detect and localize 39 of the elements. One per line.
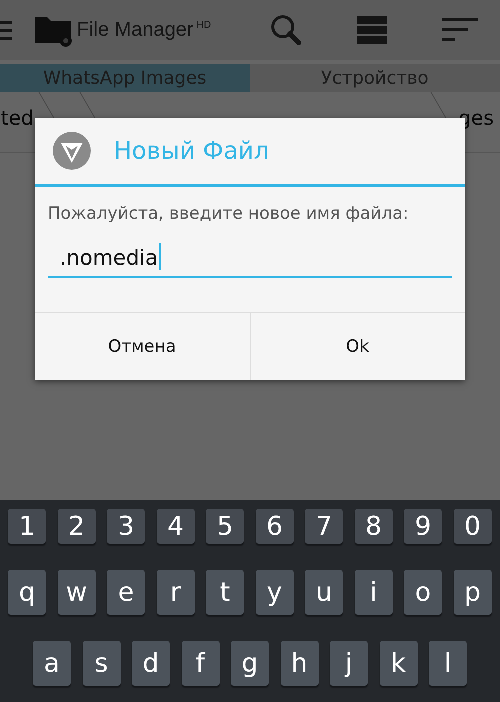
key[interactable]: t (206, 570, 244, 615)
key[interactable]: 7 (305, 509, 344, 544)
key[interactable]: o (404, 570, 442, 615)
key[interactable]: q (8, 570, 46, 615)
key[interactable]: 5 (206, 509, 244, 544)
key[interactable]: l (429, 641, 467, 686)
dialog-button[interactable]: Отмена (35, 313, 250, 380)
key[interactable]: r (156, 570, 195, 615)
key[interactable]: s (82, 641, 120, 686)
key[interactable]: e (107, 570, 146, 615)
menu-icon[interactable] (0, 19, 12, 41)
storage-icon[interactable] (357, 16, 387, 44)
dialog-title: Новый Файл (114, 137, 270, 165)
key[interactable]: 1 (8, 509, 46, 544)
key[interactable]: 3 (107, 509, 146, 544)
key[interactable]: i (354, 570, 393, 615)
app-title: File Manager$^{HD}$ (77, 18, 212, 42)
key[interactable]: k (380, 641, 418, 686)
key[interactable]: 9 (404, 509, 442, 544)
dialog-message: Пожалуйста, введите новое имя файла: (48, 204, 410, 224)
key[interactable]: h (280, 641, 318, 686)
key[interactable]: y (256, 570, 294, 615)
key[interactable]: d (132, 641, 170, 686)
key[interactable]: p (454, 570, 492, 615)
key[interactable]: j (330, 641, 368, 686)
key[interactable]: 8 (354, 509, 393, 544)
key[interactable]: g (231, 641, 269, 686)
key[interactable]: f (182, 641, 220, 686)
key[interactable]: a (33, 641, 71, 686)
key[interactable]: w (58, 570, 96, 615)
key[interactable]: 6 (256, 509, 294, 544)
input-field[interactable]: .nomedia (48, 238, 452, 278)
key[interactable]: u (305, 570, 344, 615)
dialog-button[interactable]: Ok (250, 313, 465, 380)
key[interactable]: 2 (58, 509, 96, 544)
key[interactable]: 4 (156, 509, 195, 544)
search-icon[interactable] (270, 14, 302, 46)
key[interactable]: 0 (454, 509, 492, 544)
sort-icon[interactable] (442, 18, 478, 42)
